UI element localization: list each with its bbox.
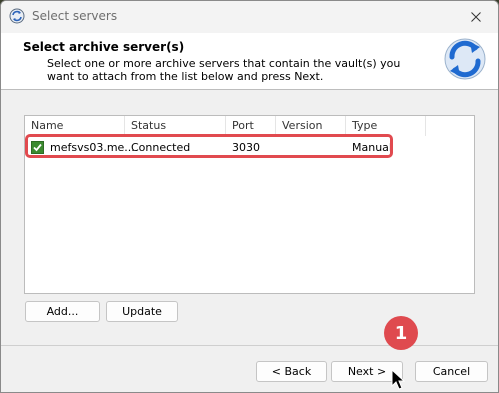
close-icon	[471, 12, 481, 22]
title-bar[interactable]: Select servers	[1, 1, 498, 33]
list-header: Name Status Port Version Type	[25, 116, 474, 136]
row-highlight-annotation	[25, 134, 393, 158]
column-name[interactable]: Name	[25, 116, 125, 136]
close-button[interactable]	[454, 1, 498, 33]
sync-logo-icon	[444, 38, 486, 80]
column-port[interactable]: Port	[226, 116, 276, 136]
update-button[interactable]: Update	[106, 301, 178, 322]
back-button[interactable]: < Back	[256, 361, 327, 382]
refresh-app-icon	[9, 8, 25, 24]
step-number-badge: 1	[384, 316, 418, 350]
cancel-button[interactable]: Cancel	[415, 361, 488, 382]
window-title: Select servers	[32, 9, 118, 23]
footer-divider	[1, 345, 498, 346]
wizard-header: Select archive server(s) Select one or m…	[1, 33, 498, 90]
select-servers-dialog: Select servers Select archive server(s) …	[0, 0, 499, 393]
column-version[interactable]: Version	[276, 116, 346, 136]
column-type[interactable]: Type	[346, 116, 426, 136]
page-title: Select archive server(s)	[23, 40, 185, 54]
add-button[interactable]: Add...	[25, 301, 100, 322]
page-description: Select one or more archive servers that …	[47, 57, 401, 83]
mouse-pointer-icon	[391, 369, 406, 390]
column-status[interactable]: Status	[125, 116, 226, 136]
